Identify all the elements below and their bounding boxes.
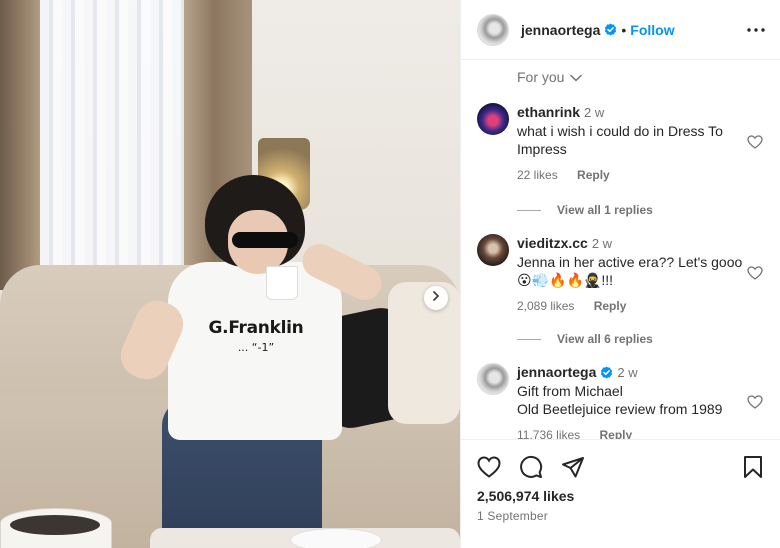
- shirt-print-subtext: ... “-1”: [237, 341, 275, 354]
- heart-icon[interactable]: [747, 395, 763, 414]
- comment-body: jennaortega 2 w Gift from Michael Old Be…: [517, 363, 747, 439]
- author-avatar[interactable]: [477, 13, 509, 46]
- photo-plate: [290, 528, 382, 548]
- post-header: jennaortega • Follow: [461, 0, 780, 60]
- view-replies-button[interactable]: View all 1 replies: [517, 203, 653, 217]
- view-replies-button[interactable]: View all 6 replies: [517, 332, 653, 346]
- post-likes-count[interactable]: 2,506,974 likes: [477, 488, 574, 504]
- comment-body: ethanrink 2 w what i wish i could do in D…: [517, 103, 747, 184]
- more-options-icon[interactable]: [746, 27, 766, 33]
- verified-badge-icon: [604, 23, 617, 36]
- comment-item: ethanrink 2 w what i wish i could do in D…: [477, 103, 771, 184]
- post-side-panel: jennaortega • Follow For you ethanrink 2 …: [460, 0, 780, 548]
- heart-icon[interactable]: [477, 454, 505, 480]
- comments-list[interactable]: For you ethanrink 2 w what i wish i could…: [461, 61, 780, 439]
- reply-button[interactable]: Reply: [577, 168, 610, 182]
- comment-text-line2: Old Beetlejuice review from 1989: [517, 401, 723, 417]
- verified-badge-icon: [600, 366, 613, 379]
- comment-text: Gift from Michael: [517, 383, 623, 399]
- comment-emoji-line: 😮💨🔥🔥🥷!!!: [517, 272, 613, 288]
- commenter-avatar[interactable]: [477, 103, 509, 135]
- post-actions-bar: 2,506,974 likes 1 September: [461, 439, 780, 548]
- comment-item: jennaortega 2 w Gift from Michael Old Be…: [477, 363, 771, 439]
- view-replies-label: View all 6 replies: [557, 332, 653, 346]
- commenter-avatar[interactable]: [477, 234, 509, 266]
- comment-time[interactable]: 2 w: [617, 365, 637, 380]
- separator-dot: •: [621, 21, 627, 38]
- comment-likes[interactable]: 11,736 likes: [517, 428, 580, 439]
- comment-text: Jenna in her active era?? Let's gooo: [517, 254, 743, 270]
- reply-divider: [517, 209, 541, 211]
- comment-likes[interactable]: 2,089 likes: [517, 299, 574, 313]
- reply-button[interactable]: Reply: [600, 428, 633, 439]
- comment-text: what i wish i could do in Dress To Impre…: [517, 123, 723, 157]
- view-replies-label: View all 1 replies: [557, 203, 653, 217]
- photo-sunglasses: [232, 232, 298, 248]
- comment-time[interactable]: 2 w: [584, 105, 604, 120]
- comment-meta: 22 likes Reply: [517, 166, 747, 184]
- reply-button[interactable]: Reply: [594, 299, 627, 313]
- comment-username[interactable]: ethanrink: [517, 104, 580, 120]
- comment-username[interactable]: jennaortega: [517, 364, 596, 380]
- heart-icon[interactable]: [747, 135, 763, 154]
- reply-divider: [517, 338, 541, 340]
- share-icon[interactable]: [561, 454, 589, 480]
- comment-username[interactable]: vieditzx.cc: [517, 235, 588, 251]
- author-username[interactable]: jennaortega: [521, 22, 600, 38]
- comment-meta: 11,736 likes Reply: [517, 426, 747, 439]
- shirt-print-text: G.Franklin: [208, 318, 304, 338]
- bookmark-icon[interactable]: [743, 454, 771, 480]
- photo-candle-top: [10, 515, 100, 535]
- comment-time[interactable]: 2 w: [592, 236, 612, 251]
- comment-likes[interactable]: 22 likes: [517, 168, 558, 182]
- chevron-down-icon: [570, 69, 583, 85]
- comment-sort-label: For you: [517, 69, 565, 85]
- photo-sheer-curtain: [40, 0, 190, 285]
- comment-item: vieditzx.cc 2 w Jenna in her active era??…: [477, 234, 771, 315]
- next-image-button[interactable]: [424, 286, 448, 310]
- post-image[interactable]: G.Franklin ... “-1”: [0, 0, 460, 548]
- comment-body: vieditzx.cc 2 w Jenna in her active era??…: [517, 234, 747, 315]
- follow-button[interactable]: Follow: [630, 22, 674, 38]
- next-arrow-icon: [430, 289, 442, 307]
- comment-sort-dropdown[interactable]: For you: [517, 69, 583, 85]
- photo-cup: [266, 266, 298, 300]
- commenter-avatar[interactable]: [477, 363, 509, 395]
- heart-icon[interactable]: [747, 266, 763, 285]
- post-date[interactable]: 1 September: [477, 509, 548, 523]
- comment-icon[interactable]: [519, 454, 547, 480]
- action-buttons: [477, 454, 771, 480]
- comment-meta: 2,089 likes Reply: [517, 297, 747, 315]
- photo-pillow-light: [388, 282, 460, 424]
